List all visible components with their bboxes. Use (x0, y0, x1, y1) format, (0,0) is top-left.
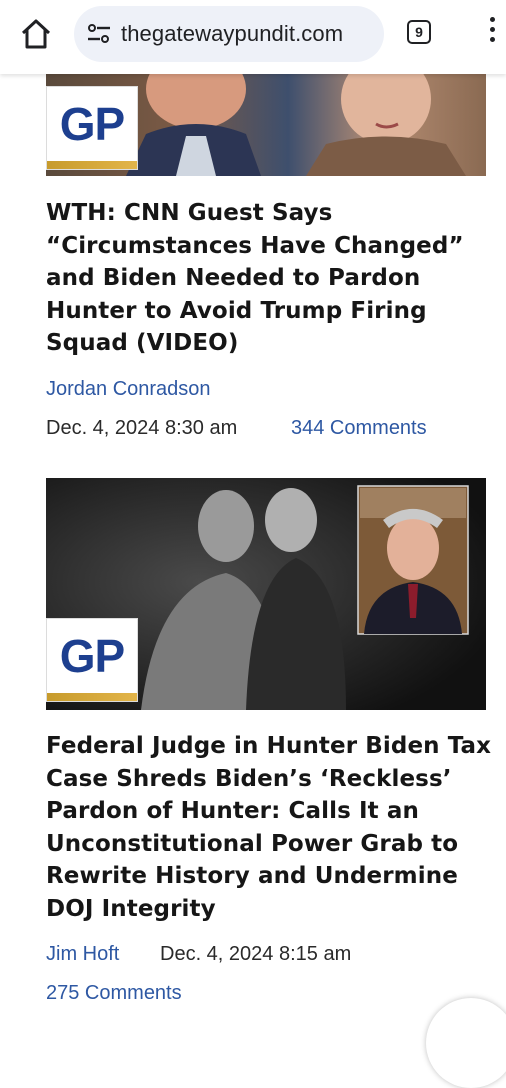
article-date: Dec. 4, 2024 8:15 am (160, 943, 352, 965)
site-settings-icon[interactable] (86, 23, 112, 45)
article-image[interactable]: GP (46, 478, 486, 710)
article-comments-link[interactable]: 275 Comments (46, 982, 182, 1005)
tabs-icon[interactable]: 9 (407, 20, 431, 44)
article-headline[interactable]: WTH: CNN Guest Says “Circumstances Have … (46, 197, 496, 360)
more-vert-icon[interactable] (484, 17, 500, 47)
gp-logo: GP (46, 86, 138, 170)
article-author[interactable]: Jordan Conradson (46, 378, 211, 401)
article-date: Dec. 4, 2024 8:30 am (46, 417, 238, 439)
article-comments-link[interactable]: 344 Comments (291, 417, 427, 440)
floating-action-button[interactable] (426, 998, 506, 1088)
article-image[interactable]: GP (46, 74, 486, 176)
address-bar[interactable]: thegatewaypundit.com (74, 6, 384, 62)
article-author[interactable]: Jim Hoft (46, 943, 119, 966)
browser-toolbar: thegatewaypundit.com 9 (0, 0, 506, 74)
gp-logo: GP (46, 618, 138, 702)
home-icon[interactable] (18, 16, 54, 52)
url-text: thegatewaypundit.com (121, 21, 344, 46)
article-headline[interactable]: Federal Judge in Hunter Biden Tax Case S… (46, 730, 496, 926)
